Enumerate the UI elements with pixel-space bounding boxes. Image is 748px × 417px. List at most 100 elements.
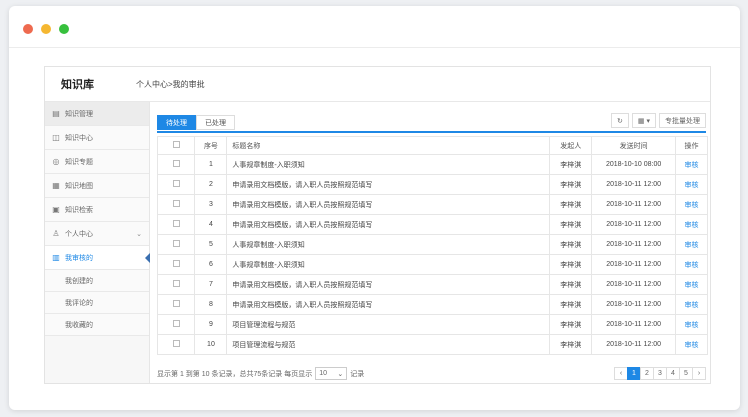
columns-button[interactable]: ▦ ▾ [631, 113, 656, 128]
header-title: 标题名称 [226, 136, 551, 155]
row-checkbox[interactable] [172, 280, 180, 287]
row-checkbox[interactable] [172, 200, 180, 207]
pagination: ‹ 1 2 3 4 5 › [614, 367, 706, 380]
review-link[interactable]: 审核 [675, 314, 708, 335]
cell-no: 4 [194, 214, 228, 235]
row-checkbox[interactable] [172, 260, 180, 267]
row-select-cell[interactable] [156, 234, 196, 255]
row-checkbox[interactable] [172, 180, 180, 187]
row-select-cell[interactable] [156, 214, 196, 235]
maximize-dot[interactable] [59, 24, 69, 34]
table-footer: 显示第 1 到第 10 条记录，总共75条记录 每页显示 10 ⌄ 记录 [157, 367, 364, 380]
row-checkbox[interactable] [172, 300, 180, 307]
table-row: 10 项目管理流程与规范 李梓淇 2018-10-11 12:00 审核 [156, 334, 708, 355]
sidebar-item-knowledge-manage[interactable]: ▤ 知识管理 [45, 102, 149, 126]
page-size-select[interactable]: 10 ⌄ [315, 367, 348, 380]
row-select-cell[interactable] [156, 314, 196, 335]
cell-no: 1 [194, 154, 228, 175]
table-row: 3 申请录用文档模版，请入职人员按照规范填写 李梓淇 2018-10-11 12:00… [156, 194, 708, 215]
review-link[interactable]: 审核 [675, 214, 708, 235]
review-link[interactable]: 审核 [675, 194, 708, 215]
row-select-cell[interactable] [156, 274, 196, 295]
batch-process-button[interactable]: 专批量处理 [659, 113, 706, 128]
row-select-cell[interactable] [156, 294, 196, 315]
cell-title: 申请录用文档模版，请入职人员按照规范填写 [226, 294, 551, 315]
select-all-cell[interactable] [156, 136, 196, 155]
sidebar-item-label: 知识专题 [65, 158, 93, 166]
refresh-icon: ↻ [617, 117, 623, 125]
sidebar-item-my-approvals[interactable]: ▥ 我审核的 [45, 246, 150, 270]
approve-icon: ▥ [52, 252, 60, 262]
review-link[interactable]: 审核 [675, 254, 708, 275]
cell-sender: 李梓淇 [549, 254, 593, 275]
sidebar-item-label: 知识地图 [65, 182, 93, 190]
sidebar-subitem-commented[interactable]: 我评论的 [45, 292, 149, 314]
tab-bar: 待处理 已处理 [157, 115, 235, 130]
sidebar-subitem-created[interactable]: 我创建的 [45, 270, 149, 292]
row-checkbox[interactable] [172, 220, 180, 227]
cell-sender: 李梓淇 [549, 214, 593, 235]
sidebar-item-knowledge-topic[interactable]: ◎ 知识专题 [45, 150, 149, 174]
chevron-down-icon: ⌄ [337, 370, 344, 378]
cell-no: 5 [194, 234, 228, 255]
cell-title: 申请录用文档模版，请入职人员按照规范填写 [226, 274, 551, 295]
sidebar-item-label: 知识管理 [65, 110, 93, 118]
cell-title: 申请录用文档模版，请入职人员按照规范填写 [226, 194, 551, 215]
cell-no: 3 [194, 194, 228, 215]
row-select-cell[interactable] [156, 174, 196, 195]
review-link[interactable]: 审核 [675, 174, 708, 195]
select-all-checkbox[interactable] [172, 141, 180, 148]
row-select-cell[interactable] [156, 334, 196, 355]
page-size-value: 10 [319, 370, 327, 377]
table-row: 8 申请录用文档模版，请入职人员按照规范填写 李梓淇 2018-10-11 12:00… [156, 294, 708, 315]
page-3-button[interactable]: 3 [653, 367, 667, 380]
review-link[interactable]: 审核 [675, 274, 708, 295]
cell-title: 人事规章制度-入职须知 [226, 234, 551, 255]
row-checkbox[interactable] [172, 240, 180, 247]
document-icon: ▤ [52, 108, 60, 118]
row-select-cell[interactable] [156, 194, 196, 215]
refresh-button[interactable]: ↻ [611, 113, 629, 128]
sidebar-item-knowledge-search[interactable]: ▣ 知识检索 [45, 198, 149, 222]
row-select-cell[interactable] [156, 254, 196, 275]
cell-title: 项目管理流程与规范 [226, 314, 551, 335]
row-select-cell[interactable] [156, 154, 196, 175]
cell-time: 2018-10-11 12:00 [591, 294, 676, 315]
page-4-button[interactable]: 4 [666, 367, 680, 380]
cell-sender: 李梓淇 [549, 174, 593, 195]
tab-pending[interactable]: 待处理 [157, 115, 196, 130]
sidebar-item-label: 知识检索 [65, 206, 93, 214]
row-checkbox[interactable] [172, 160, 180, 167]
page-2-button[interactable]: 2 [640, 367, 654, 380]
cell-no: 9 [194, 314, 228, 335]
sidebar-item-personal-center[interactable]: ♙ 个人中心 ⌄ [45, 222, 149, 246]
sidebar-subitem-favorited[interactable]: 我收藏的 [45, 314, 149, 336]
page-5-button[interactable]: 5 [679, 367, 693, 380]
tab-processed[interactable]: 已处理 [196, 115, 235, 130]
cell-title: 申请录用文档模版，请入职人员按照规范填写 [226, 174, 551, 195]
review-link[interactable]: 审核 [675, 154, 708, 175]
sidebar-item-knowledge-center[interactable]: ◫ 知识中心 [45, 126, 149, 150]
cell-time: 2018-10-11 12:00 [591, 194, 676, 215]
review-link[interactable]: 审核 [675, 294, 708, 315]
review-link[interactable]: 审核 [675, 334, 708, 355]
table-row: 5 人事规章制度-入职须知 李梓淇 2018-10-11 12:00 审核 [156, 234, 708, 255]
cell-time: 2018-10-11 12:00 [591, 334, 676, 355]
browser-window: 知识库 个人中心>我的审批 ▤ 知识管理 ◫ 知识中心 ◎ 知识专题 ▦ 知识地… [9, 6, 740, 410]
cell-no: 6 [194, 254, 228, 275]
header-no: 序号 [194, 136, 228, 155]
close-dot[interactable] [23, 24, 33, 34]
table-row: 2 申请录用文档模版，请入职人员按照规范填写 李梓淇 2018-10-11 12:00… [156, 174, 708, 195]
cell-sender: 李梓淇 [549, 314, 593, 335]
cell-no: 7 [194, 274, 228, 295]
minimize-dot[interactable] [41, 24, 51, 34]
review-link[interactable]: 审核 [675, 234, 708, 255]
page-1-button[interactable]: 1 [627, 367, 641, 380]
next-page-button[interactable]: › [692, 367, 706, 380]
breadcrumb: 个人中心>我的审批 [136, 79, 205, 89]
row-checkbox[interactable] [172, 320, 180, 327]
sidebar-item-label: 知识中心 [65, 134, 93, 142]
sidebar-item-knowledge-map[interactable]: ▦ 知识地图 [45, 174, 149, 198]
prev-page-button[interactable]: ‹ [614, 367, 628, 380]
row-checkbox[interactable] [172, 340, 180, 347]
